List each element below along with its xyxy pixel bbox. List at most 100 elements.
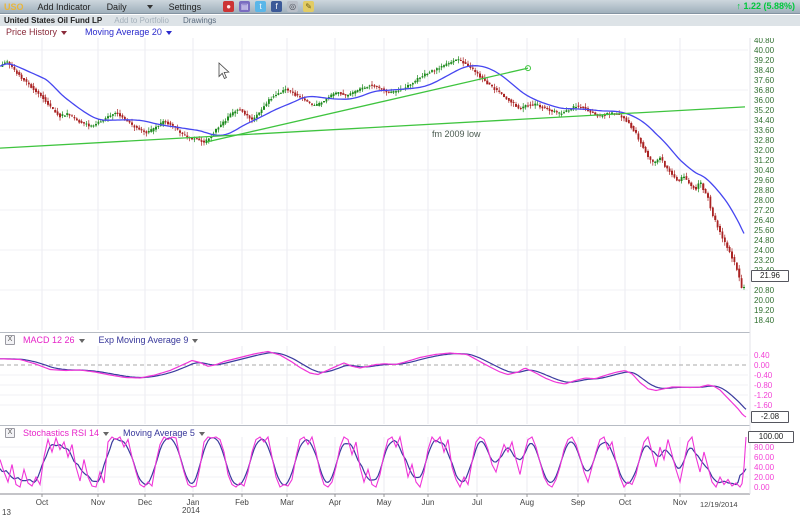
library-icon[interactable]: ▤ xyxy=(239,1,251,12)
x-axis-label: Nov xyxy=(91,498,105,507)
price-axis-label: 36.80 xyxy=(754,86,775,95)
candle-body xyxy=(128,120,131,123)
chart-canvas[interactable]: Oct Nov Dec Jan Feb Mar Apr May Jun Jul Aug Sep Oct N… xyxy=(0,0,800,520)
daily-dropdown-caret-icon[interactable] xyxy=(146,4,153,9)
candle-body xyxy=(661,157,664,161)
candle-body xyxy=(356,89,359,93)
candle-body xyxy=(361,87,364,90)
candle-body xyxy=(342,93,345,95)
candle-body xyxy=(452,60,455,63)
candle-body xyxy=(459,59,462,62)
macd-close-button[interactable]: X xyxy=(5,335,15,345)
candle-body xyxy=(279,92,282,94)
candle-body xyxy=(90,125,93,127)
candle-body xyxy=(423,73,426,77)
charting-app: Oct Nov Dec Jan Feb Mar Apr May Jun Jul Aug Sep Oct N… xyxy=(0,0,800,520)
stoch-axis-label: 80.00 xyxy=(754,443,775,452)
chart-header: Price History Moving Average 20 xyxy=(0,26,800,38)
candle-body xyxy=(527,105,529,107)
candle-body xyxy=(438,68,441,70)
candle-body xyxy=(6,61,9,63)
price-axis-label: 32.80 xyxy=(754,136,775,145)
twitter-icon[interactable]: t xyxy=(255,1,267,12)
menu-daily[interactable]: Daily xyxy=(107,2,127,12)
candle-body xyxy=(500,92,503,94)
moving-average-dropdown[interactable]: Moving Average 20 xyxy=(85,27,172,37)
alarm-icon[interactable]: ● xyxy=(223,1,235,12)
candle-body xyxy=(145,131,148,134)
price-axis-label: 36.00 xyxy=(754,96,775,105)
candle-body xyxy=(80,121,83,124)
candle-body xyxy=(344,94,347,96)
candle-body xyxy=(95,123,97,126)
candle-body xyxy=(726,242,729,248)
annotation-text[interactable]: fm 2009 low xyxy=(432,129,481,139)
candle-body xyxy=(647,151,649,158)
candle-body xyxy=(234,111,237,114)
candle-body xyxy=(651,159,654,162)
stoch-ma-dropdown[interactable]: Moving Average 5 xyxy=(123,428,205,438)
candle-body xyxy=(299,96,301,98)
candle-body xyxy=(637,133,640,140)
x-axis-label: Nov xyxy=(673,498,687,507)
x-axis-label: Jul xyxy=(472,498,482,507)
macd-signal-line xyxy=(0,352,747,410)
notes-icon[interactable]: ✎ xyxy=(303,1,315,12)
candle-body xyxy=(522,106,525,109)
candle-body xyxy=(347,94,349,97)
candle-body xyxy=(272,96,275,98)
candle-body xyxy=(512,101,515,104)
candle-body xyxy=(560,113,563,115)
stoch-value-box: 100.00 xyxy=(748,431,794,443)
add-to-portfolio-link[interactable]: Add to Portfolio xyxy=(114,16,169,25)
candle-body xyxy=(92,125,95,127)
macd-value-box: -2.08 xyxy=(751,411,789,423)
candle-body xyxy=(366,87,369,89)
candle-body xyxy=(735,262,738,270)
candle-body xyxy=(582,106,585,108)
macd-dropdown[interactable]: MACD 12 26 xyxy=(23,335,85,345)
candle-body xyxy=(407,85,409,88)
candle-body xyxy=(591,111,594,113)
facebook-icon[interactable]: f xyxy=(271,1,283,12)
drawings-link[interactable]: Drawings xyxy=(183,16,216,25)
candle-body xyxy=(498,90,501,92)
candle-body xyxy=(731,251,733,259)
candle-body xyxy=(536,104,539,106)
candle-body xyxy=(265,103,268,107)
candle-body xyxy=(207,138,210,142)
price-axis-label: 37.60 xyxy=(754,76,775,85)
camera-icon[interactable]: ◎ xyxy=(287,1,299,12)
candle-body xyxy=(243,110,246,115)
dropdown-caret-icon xyxy=(165,30,172,35)
stoch-dropdown[interactable]: Stochastics RSI 14 xyxy=(23,428,110,438)
price-axis-label: 27.20 xyxy=(754,206,775,215)
candle-body xyxy=(654,161,657,163)
candle-body xyxy=(15,70,18,74)
candle-body xyxy=(119,113,121,117)
dropdown-caret-icon xyxy=(192,338,199,343)
candle-body xyxy=(47,100,49,105)
candle-body xyxy=(97,121,100,124)
candle-body xyxy=(318,102,321,106)
candle-body xyxy=(260,109,263,114)
symbol-badge[interactable]: USO xyxy=(4,2,24,12)
candle-body xyxy=(27,82,30,85)
macd-signal-dropdown[interactable]: Exp Moving Average 9 xyxy=(99,335,199,345)
candle-body xyxy=(455,59,457,62)
candle-body xyxy=(363,87,366,89)
candle-body xyxy=(431,70,433,72)
candle-body xyxy=(675,177,678,181)
candle-body xyxy=(203,140,205,143)
toolbar-icons: ● ▤ t f ◎ ✎ xyxy=(223,1,315,12)
price-axis-label: 24.80 xyxy=(754,236,775,245)
price-history-dropdown[interactable]: Price History xyxy=(6,27,68,37)
candle-body xyxy=(551,109,553,112)
menu-settings[interactable]: Settings xyxy=(169,2,202,12)
menu-add-indicator[interactable]: Add Indicator xyxy=(38,2,91,12)
candle-body xyxy=(411,82,414,85)
candle-body xyxy=(222,121,225,126)
candle-body xyxy=(306,100,309,102)
price-axis-label: 34.40 xyxy=(754,116,775,125)
stoch-close-button[interactable]: X xyxy=(5,428,15,438)
